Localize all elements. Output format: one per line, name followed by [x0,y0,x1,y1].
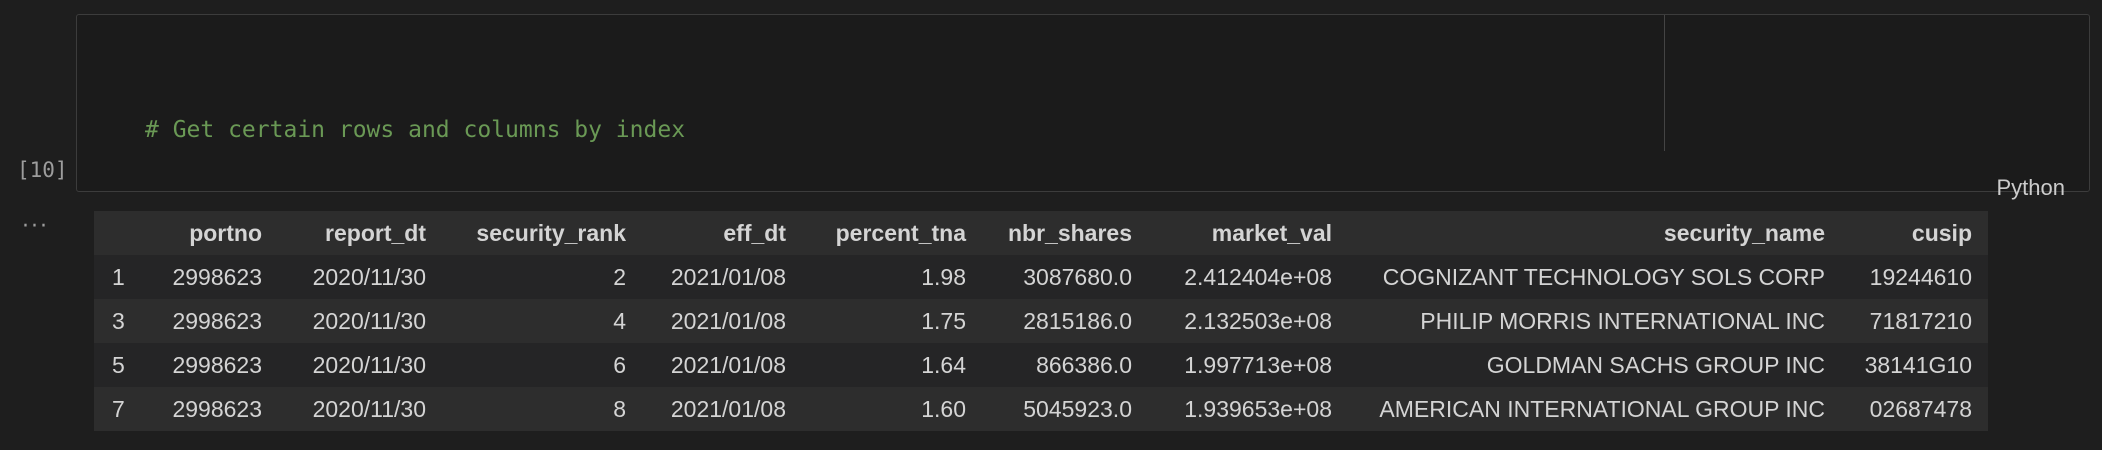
row-index: 7 [112,395,125,422]
cell-cusip: 71817210 [1869,307,1972,334]
table-row: 1 2998623 2020/11/30 2 2021/01/08 1.98 3… [94,255,1988,299]
execution-count: [10] [17,158,68,182]
cell-portno: 2998623 [172,395,262,422]
cell-security-name: AMERICAN INTERNATIONAL GROUP INC [1379,395,1825,422]
row-index: 3 [112,307,125,334]
cell-report-dt: 2020/11/30 [312,307,426,334]
table-row: 3 2998623 2020/11/30 4 2021/01/08 1.75 2… [94,299,1988,343]
cell-cusip: 38141G10 [1864,351,1972,378]
cell-market-val: 1.939653e+08 [1184,395,1332,422]
editor-ruler [1664,15,1665,151]
cell-language-label[interactable]: Python [1997,175,2066,201]
column-header-security-name: security_name [1663,219,1825,246]
cell-eff-dt: 2021/01/08 [670,351,786,378]
cell-market-val: 1.997713e+08 [1184,351,1332,378]
cell-security-rank: 6 [613,351,626,378]
cell-security-name: PHILIP MORRIS INTERNATIONAL INC [1420,307,1825,334]
cell-security-rank: 4 [613,307,626,334]
cell-cusip: 19244610 [1869,263,1972,290]
column-header-eff-dt: eff_dt [723,219,786,246]
output-more-icon[interactable]: ··· [22,214,49,239]
cell-percent-tna: 1.60 [921,395,966,422]
cell-market-val: 2.132503e+08 [1184,307,1332,334]
row-index: 1 [112,263,125,290]
cell-nbr-shares: 866386.0 [1036,351,1132,378]
cell-percent-tna: 1.75 [921,307,966,334]
cell-portno: 2998623 [172,351,262,378]
cell-nbr-shares: 5045923.0 [1023,395,1132,422]
column-header-cusip: cusip [1911,219,1972,246]
output-dataframe-table: portno report_dt security_rank eff_dt pe… [94,211,1988,431]
cell-percent-tna: 1.98 [921,263,966,290]
cell-nbr-shares: 3087680.0 [1023,263,1132,290]
cell-security-name: COGNIZANT TECHNOLOGY SOLS CORP [1382,263,1825,290]
cell-nbr-shares: 2815186.0 [1023,307,1132,334]
cell-cusip: 02687478 [1869,395,1972,422]
cell-percent-tna: 1.64 [921,351,966,378]
cell-eff-dt: 2021/01/08 [670,395,786,422]
cell-report-dt: 2020/11/30 [312,351,426,378]
table-row: 7 2998623 2020/11/30 8 2021/01/08 1.60 5… [94,387,1988,431]
cell-market-val: 2.412404e+08 [1184,263,1332,290]
cell-portno: 2998623 [172,263,262,290]
table-header-row: portno report_dt security_rank eff_dt pe… [94,211,1988,255]
column-header-index [94,211,148,255]
row-index: 5 [112,351,125,378]
cell-security-name: GOLDMAN SACHS GROUP INC [1486,351,1825,378]
column-header-security-rank: security_rank [476,219,626,246]
code-line-comment: # Get certain rows and columns by index [145,113,685,147]
cell-report-dt: 2020/11/30 [312,263,426,290]
cell-eff-dt: 2021/01/08 [670,307,786,334]
cell-eff-dt: 2021/01/08 [670,263,786,290]
column-header-portno: portno [189,219,262,246]
column-header-report-dt: report_dt [325,219,426,246]
code-comment: # Get certain rows and columns by index [145,117,686,143]
column-header-market-val: market_val [1211,219,1332,246]
column-header-nbr-shares: nbr_shares [1007,219,1132,246]
cell-security-rank: 8 [613,395,626,422]
column-header-percent-tna: percent_tna [835,219,966,246]
cell-report-dt: 2020/11/30 [312,395,426,422]
cell-security-rank: 2 [613,263,626,290]
code-cell-editor[interactable]: # Get certain rows and columns by index … [76,14,2090,349]
table-row: 5 2998623 2020/11/30 6 2021/01/08 1.64 8… [94,343,1988,387]
cell-portno: 2998623 [172,307,262,334]
